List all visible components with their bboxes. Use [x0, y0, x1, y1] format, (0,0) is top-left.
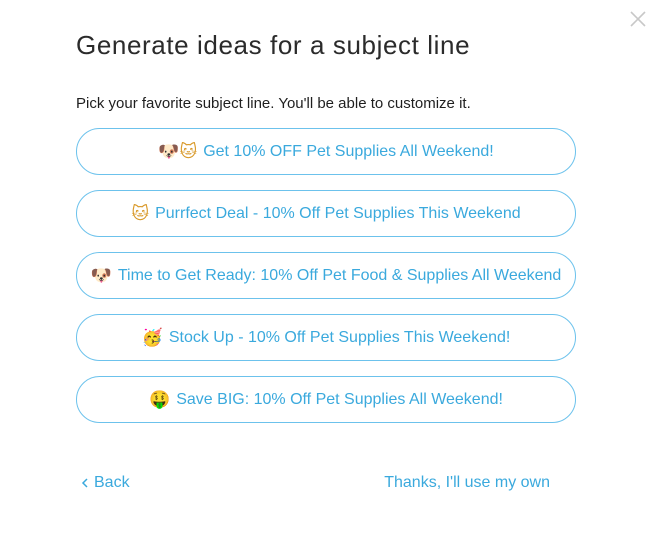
subject-option-label: Save BIG: 10% Off Pet Supplies All Weeke… — [176, 390, 503, 408]
subject-option-label: Stock Up - 10% Off Pet Supplies This Wee… — [168, 328, 511, 346]
subject-option-3[interactable]: 🐶 Time to Get Ready: 10% Off Pet Food & … — [76, 252, 576, 299]
use-my-own-button[interactable]: Thanks, I'll use my own — [384, 474, 550, 492]
subject-line-options: 🐶🐱 Get 10% OFF Pet Supplies All Weekend!… — [76, 128, 576, 438]
subject-option-label: Get 10% OFF Pet Supplies All Weekend! — [203, 142, 494, 160]
close-icon — [627, 8, 649, 30]
cat-emoji-icon: 🐱 — [131, 203, 150, 224]
subject-option-1[interactable]: 🐶🐱 Get 10% OFF Pet Supplies All Weekend! — [76, 128, 576, 175]
back-button[interactable]: Back — [76, 474, 130, 492]
dialog-footer: Back Thanks, I'll use my own — [76, 474, 550, 492]
close-button[interactable] — [627, 8, 649, 30]
subject-option-2[interactable]: 🐱 Purrfect Deal - 10% Off Pet Supplies T… — [76, 190, 576, 237]
dialog-title: Generate ideas for a subject line — [76, 30, 471, 60]
subject-option-5[interactable]: 🤑 Save BIG: 10% Off Pet Supplies All Wee… — [76, 376, 576, 423]
back-label: Back — [94, 474, 130, 491]
subject-option-label: Time to Get Ready: 10% Off Pet Food & Su… — [117, 266, 562, 284]
dog-emoji-icon: 🐶 — [90, 265, 112, 286]
chevron-left-icon — [80, 476, 90, 490]
subject-option-label: Purrfect Deal - 10% Off Pet Supplies Thi… — [155, 204, 521, 222]
party-face-emoji-icon: 🥳 — [141, 327, 163, 348]
money-face-emoji-icon: 🤑 — [149, 389, 171, 410]
dialog-instructions: Pick your favorite subject line. You'll … — [76, 95, 471, 112]
subject-option-4[interactable]: 🥳 Stock Up - 10% Off Pet Supplies This W… — [76, 314, 576, 361]
dog-cat-emoji-icon: 🐶🐱 — [158, 141, 198, 162]
subject-line-dialog: Generate ideas for a subject line Pick y… — [0, 0, 664, 534]
